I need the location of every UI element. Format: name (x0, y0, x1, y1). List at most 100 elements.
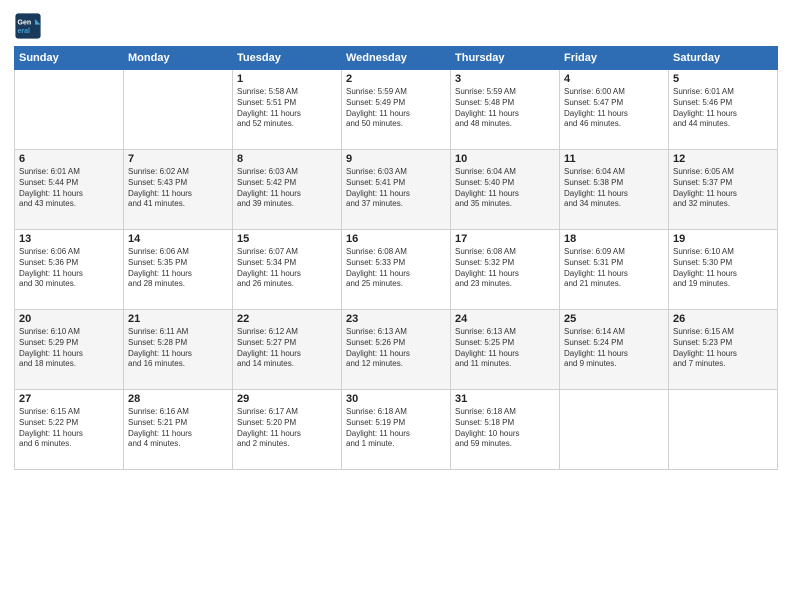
calendar-cell: 31Sunrise: 6:18 AM Sunset: 5:18 PM Dayli… (451, 390, 560, 470)
day-info: Sunrise: 6:08 AM Sunset: 5:32 PM Dayligh… (455, 247, 555, 290)
day-info: Sunrise: 6:01 AM Sunset: 5:44 PM Dayligh… (19, 167, 119, 210)
calendar-cell: 24 Sunrise: 6:13 AM Sunset: 5:25 PM Dayli… (451, 310, 560, 390)
day-info: Sunrise: 6:10 AM Sunset: 5:29 PM Dayligh… (19, 327, 119, 370)
day-number: 2 (346, 73, 446, 85)
day-info: Sunrise: 5:59 AM Sunset: 5:49 PM Dayligh… (346, 87, 446, 130)
day-info: Sunrise: 6:00 AM Sunset: 5:47 PM Dayligh… (564, 87, 664, 130)
calendar-cell: 26 Sunrise: 6:15 AM Sunset: 5:23 PM Dayli… (669, 310, 778, 390)
day-info: Sunrise: 6:15 AM Sunset: 5:23 PM Dayligh… (673, 327, 773, 370)
weekday-header-monday: Monday (124, 47, 233, 70)
page-container: Gen eral SundayMondayTuesdayWednesdayThu… (0, 0, 792, 612)
day-info: Sunrise: 6:14 AM Sunset: 5:24 PM Dayligh… (564, 327, 664, 370)
day-number: 5 (673, 73, 773, 85)
day-number: 6 (19, 153, 119, 165)
calendar-cell (669, 390, 778, 470)
day-number: 15 (237, 233, 337, 245)
day-info: Sunrise: 6:08 AM Sunset: 5:33 PM Dayligh… (346, 247, 446, 290)
svg-text:eral: eral (18, 28, 31, 35)
calendar-cell: 9 Sunrise: 6:03 AM Sunset: 5:41 PM Daylig… (342, 150, 451, 230)
calendar-cell: 6 Sunrise: 6:01 AM Sunset: 5:44 PM Daylig… (15, 150, 124, 230)
day-info: Sunrise: 6:15 AM Sunset: 5:22 PM Dayligh… (19, 407, 119, 450)
calendar-cell: 8 Sunrise: 6:03 AM Sunset: 5:42 PM Daylig… (233, 150, 342, 230)
calendar-cell: 29 Sunrise: 6:17 AM Sunset: 5:20 PM Dayli… (233, 390, 342, 470)
day-number: 3 (455, 73, 555, 85)
day-info: Sunrise: 6:01 AM Sunset: 5:46 PM Dayligh… (673, 87, 773, 130)
day-info: Sunrise: 6:12 AM Sunset: 5:27 PM Dayligh… (237, 327, 337, 370)
calendar-cell: 7 Sunrise: 6:02 AM Sunset: 5:43 PM Daylig… (124, 150, 233, 230)
day-info: Sunrise: 6:04 AM Sunset: 5:40 PM Dayligh… (455, 167, 555, 210)
weekday-header-friday: Friday (560, 47, 669, 70)
calendar-cell: 30Sunrise: 6:18 AM Sunset: 5:19 PM Dayli… (342, 390, 451, 470)
day-info: Sunrise: 6:13 AM Sunset: 5:25 PM Dayligh… (455, 327, 555, 370)
calendar-cell: 19Sunrise: 6:10 AM Sunset: 5:30 PM Dayli… (669, 230, 778, 310)
day-number: 26 (673, 313, 773, 325)
calendar-cell: 25 Sunrise: 6:14 AM Sunset: 5:24 PM Dayli… (560, 310, 669, 390)
day-number: 1 (237, 73, 337, 85)
day-number: 8 (237, 153, 337, 165)
day-info: Sunrise: 6:06 AM Sunset: 5:35 PM Dayligh… (128, 247, 228, 290)
day-number: 22 (237, 313, 337, 325)
calendar-cell: 15Sunrise: 6:07 AM Sunset: 5:34 PM Dayli… (233, 230, 342, 310)
day-number: 18 (564, 233, 664, 245)
calendar-cell: 10 Sunrise: 6:04 AM Sunset: 5:40 PM Dayli… (451, 150, 560, 230)
calendar-cell: 12Sunrise: 6:05 AM Sunset: 5:37 PM Dayli… (669, 150, 778, 230)
calendar-cell: 21 Sunrise: 6:11 AM Sunset: 5:28 PM Dayli… (124, 310, 233, 390)
day-info: Sunrise: 6:17 AM Sunset: 5:20 PM Dayligh… (237, 407, 337, 450)
svg-text:Gen: Gen (18, 20, 32, 27)
day-number: 21 (128, 313, 228, 325)
calendar-cell: 11Sunrise: 6:04 AM Sunset: 5:38 PM Dayli… (560, 150, 669, 230)
day-info: Sunrise: 6:04 AM Sunset: 5:38 PM Dayligh… (564, 167, 664, 210)
calendar-cell: 13 Sunrise: 6:06 AM Sunset: 5:36 PM Dayli… (15, 230, 124, 310)
weekday-header-tuesday: Tuesday (233, 47, 342, 70)
day-number: 14 (128, 233, 228, 245)
day-number: 17 (455, 233, 555, 245)
calendar-week-2: 6 Sunrise: 6:01 AM Sunset: 5:44 PM Daylig… (15, 150, 778, 230)
calendar-cell (15, 70, 124, 150)
calendar-cell: 22 Sunrise: 6:12 AM Sunset: 5:27 PM Dayli… (233, 310, 342, 390)
day-info: Sunrise: 6:16 AM Sunset: 5:21 PM Dayligh… (128, 407, 228, 450)
day-info: Sunrise: 6:11 AM Sunset: 5:28 PM Dayligh… (128, 327, 228, 370)
calendar-cell: 17 Sunrise: 6:08 AM Sunset: 5:32 PM Dayli… (451, 230, 560, 310)
calendar-week-4: 20 Sunrise: 6:10 AM Sunset: 5:29 PM Dayli… (15, 310, 778, 390)
day-number: 7 (128, 153, 228, 165)
day-number: 24 (455, 313, 555, 325)
calendar-cell (560, 390, 669, 470)
weekday-header-wednesday: Wednesday (342, 47, 451, 70)
day-info: Sunrise: 6:06 AM Sunset: 5:36 PM Dayligh… (19, 247, 119, 290)
day-number: 13 (19, 233, 119, 245)
calendar-cell: 4 Sunrise: 6:00 AM Sunset: 5:47 PM Daylig… (560, 70, 669, 150)
page-header: Gen eral (14, 12, 778, 40)
day-number: 9 (346, 153, 446, 165)
calendar-cell (124, 70, 233, 150)
day-info: Sunrise: 6:05 AM Sunset: 5:37 PM Dayligh… (673, 167, 773, 210)
day-info: Sunrise: 6:02 AM Sunset: 5:43 PM Dayligh… (128, 167, 228, 210)
day-number: 28 (128, 393, 228, 405)
day-info: Sunrise: 6:13 AM Sunset: 5:26 PM Dayligh… (346, 327, 446, 370)
day-info: Sunrise: 6:10 AM Sunset: 5:30 PM Dayligh… (673, 247, 773, 290)
day-number: 10 (455, 153, 555, 165)
day-number: 31 (455, 393, 555, 405)
logo: Gen eral (14, 12, 45, 40)
day-info: Sunrise: 6:18 AM Sunset: 5:19 PM Dayligh… (346, 407, 446, 450)
logo-icon: Gen eral (14, 12, 42, 40)
calendar-cell: 20 Sunrise: 6:10 AM Sunset: 5:29 PM Dayli… (15, 310, 124, 390)
day-number: 4 (564, 73, 664, 85)
calendar-week-5: 27Sunrise: 6:15 AM Sunset: 5:22 PM Dayli… (15, 390, 778, 470)
day-number: 25 (564, 313, 664, 325)
calendar-table: SundayMondayTuesdayWednesdayThursdayFrid… (14, 46, 778, 470)
day-number: 20 (19, 313, 119, 325)
day-info: Sunrise: 5:59 AM Sunset: 5:48 PM Dayligh… (455, 87, 555, 130)
day-info: Sunrise: 6:03 AM Sunset: 5:42 PM Dayligh… (237, 167, 337, 210)
day-info: Sunrise: 6:03 AM Sunset: 5:41 PM Dayligh… (346, 167, 446, 210)
calendar-cell: 18Sunrise: 6:09 AM Sunset: 5:31 PM Dayli… (560, 230, 669, 310)
calendar-cell: 27Sunrise: 6:15 AM Sunset: 5:22 PM Dayli… (15, 390, 124, 470)
day-number: 29 (237, 393, 337, 405)
weekday-header-sunday: Sunday (15, 47, 124, 70)
day-number: 16 (346, 233, 446, 245)
calendar-cell: 14 Sunrise: 6:06 AM Sunset: 5:35 PM Dayli… (124, 230, 233, 310)
calendar-week-3: 13 Sunrise: 6:06 AM Sunset: 5:36 PM Dayli… (15, 230, 778, 310)
calendar-cell: 2 Sunrise: 5:59 AM Sunset: 5:49 PM Daylig… (342, 70, 451, 150)
calendar-cell: 23 Sunrise: 6:13 AM Sunset: 5:26 PM Dayli… (342, 310, 451, 390)
day-number: 23 (346, 313, 446, 325)
calendar-cell: 5 Sunrise: 6:01 AM Sunset: 5:46 PM Daylig… (669, 70, 778, 150)
